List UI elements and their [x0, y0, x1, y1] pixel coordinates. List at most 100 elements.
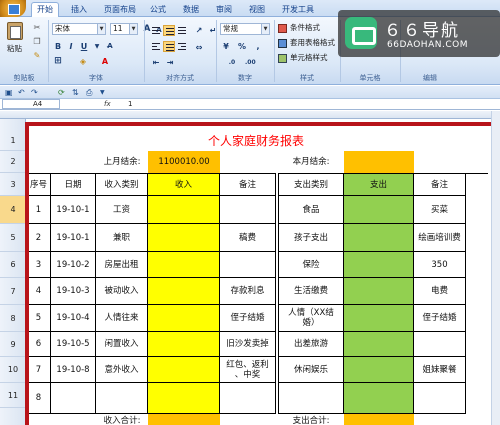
tab-insert[interactable]: 插入: [66, 3, 92, 17]
cell-income[interactable]: [148, 252, 220, 278]
cut-icon[interactable]: ✂: [31, 21, 43, 33]
cell-no[interactable]: 6: [26, 332, 51, 357]
cell-income-note[interactable]: [220, 196, 276, 224]
cell-no[interactable]: 2: [26, 224, 51, 252]
tab-home[interactable]: 开始: [31, 2, 59, 18]
cell-income[interactable]: [148, 357, 220, 383]
print-preview-icon[interactable]: ⎙: [86, 87, 92, 98]
merge-center-icon[interactable]: ⇔: [193, 41, 205, 53]
row-number[interactable]: 9: [0, 332, 26, 357]
income-total-value[interactable]: [148, 414, 220, 425]
cell-expense-note[interactable]: [414, 383, 466, 414]
increase-decimal-icon[interactable]: .0: [226, 56, 238, 68]
cell-no[interactable]: 8: [26, 383, 51, 414]
cell-expense[interactable]: [344, 305, 414, 332]
row-number[interactable]: 7: [0, 278, 26, 305]
cell-expense-category[interactable]: 孩子支出: [278, 224, 344, 252]
cell-no[interactable]: 7: [26, 357, 51, 383]
cell-expense-category[interactable]: 生活缴费: [278, 278, 344, 305]
currency-icon[interactable]: ¥: [220, 40, 232, 52]
percent-icon[interactable]: %: [236, 40, 248, 52]
font-name-combo[interactable]: 宋体 ▼: [52, 23, 106, 35]
font-color-icon[interactable]: A: [99, 55, 111, 67]
undo-icon[interactable]: ↶: [18, 87, 25, 98]
cell-expense-category[interactable]: [278, 383, 344, 414]
cell-date[interactable]: 19-10-4: [51, 305, 96, 332]
number-format-combo[interactable]: 常规 ▼: [220, 23, 270, 35]
cell-expense-note[interactable]: 350: [414, 252, 466, 278]
align-right-icon[interactable]: [176, 41, 188, 52]
paste-button[interactable]: 粘贴: [4, 20, 26, 60]
cell-income-category[interactable]: 意外收入: [96, 357, 148, 383]
cell-income[interactable]: [148, 224, 220, 252]
orientation-icon[interactable]: ↗: [193, 24, 205, 36]
font-size-combo[interactable]: 11 ▼: [110, 23, 138, 35]
cell-income[interactable]: [148, 278, 220, 305]
dropdown-arrow-icon[interactable]: ▼: [91, 40, 103, 52]
tab-review[interactable]: 审阅: [211, 3, 237, 17]
cell-income-note[interactable]: [220, 383, 276, 414]
copy-icon[interactable]: ❐: [31, 35, 43, 47]
align-middle-icon[interactable]: [163, 25, 175, 36]
cell-income-note[interactable]: [220, 252, 276, 278]
expense-total-value[interactable]: [344, 414, 414, 425]
row-number[interactable]: 4: [0, 196, 26, 224]
cell-date[interactable]: 19-10-8: [51, 357, 96, 383]
decrease-decimal-icon[interactable]: .00: [244, 56, 256, 68]
cell-expense[interactable]: [344, 383, 414, 414]
cell-income[interactable]: [148, 383, 220, 414]
formula-input[interactable]: 1: [128, 99, 132, 109]
cell-expense[interactable]: [344, 224, 414, 252]
border-icon[interactable]: ⊞: [52, 55, 64, 67]
underline-icon[interactable]: U: [78, 40, 90, 52]
cell-income-note[interactable]: 存款利息: [220, 278, 276, 305]
fx-icon[interactable]: fx: [104, 99, 111, 109]
align-top-icon[interactable]: [150, 25, 162, 36]
cell-income-category[interactable]: 工资: [96, 196, 148, 224]
office-button[interactable]: [0, 0, 26, 17]
cell-income-category[interactable]: 兼职: [96, 224, 148, 252]
customize-qat-icon[interactable]: ▼: [100, 87, 105, 98]
redo-icon[interactable]: ↷: [31, 87, 38, 98]
comma-icon[interactable]: ,: [252, 40, 264, 52]
row-number[interactable]: 11: [0, 383, 26, 408]
wrap-text-icon[interactable]: ↵: [207, 24, 219, 36]
cell-expense-category[interactable]: 食品: [278, 196, 344, 224]
align-left-icon[interactable]: [150, 41, 162, 52]
row-number[interactable]: 2: [0, 151, 26, 173]
cell-expense-note[interactable]: [414, 332, 466, 357]
save-icon[interactable]: ▣: [5, 87, 13, 98]
cell-expense-note[interactable]: 侄子结婚: [414, 305, 466, 332]
refresh-icon[interactable]: ⟳: [58, 87, 65, 98]
cell-expense-category[interactable]: 休闲娱乐: [278, 357, 344, 383]
align-center-icon[interactable]: [163, 41, 175, 52]
cell-no[interactable]: 1: [26, 196, 51, 224]
tab-data[interactable]: 数据: [178, 3, 204, 17]
cell-expense[interactable]: [344, 278, 414, 305]
tab-page-layout[interactable]: 页面布局: [99, 3, 141, 17]
cell-income[interactable]: [148, 332, 220, 357]
cell-date[interactable]: 19-10-1: [51, 196, 96, 224]
cell-no[interactable]: 5: [26, 305, 51, 332]
row-number[interactable]: 5: [0, 224, 26, 252]
align-bottom-icon[interactable]: [176, 25, 188, 36]
cell-income-category[interactable]: 被动收入: [96, 278, 148, 305]
cell-date[interactable]: 19-10-3: [51, 278, 96, 305]
cell-expense[interactable]: [344, 252, 414, 278]
tab-developer[interactable]: 开发工具: [277, 3, 319, 17]
tab-formulas[interactable]: 公式: [145, 3, 171, 17]
cell-no[interactable]: 3: [26, 252, 51, 278]
cell-expense-category[interactable]: 出差旅游: [278, 332, 344, 357]
cell-income-note[interactable]: 旧沙发卖掉: [220, 332, 276, 357]
cell-expense[interactable]: [344, 357, 414, 383]
cell-income-note[interactable]: 红包、返利 、中奖: [220, 357, 276, 383]
cell-expense-note[interactable]: 姐妹聚餐: [414, 357, 466, 383]
cell-income-category[interactable]: [96, 383, 148, 414]
cell-expense-note[interactable]: 买菜: [414, 196, 466, 224]
cell-date[interactable]: 19-10-1: [51, 224, 96, 252]
cell-income-category[interactable]: 房屋出租: [96, 252, 148, 278]
row-number[interactable]: 3: [0, 173, 26, 196]
decrease-indent-icon[interactable]: ⇤: [150, 56, 162, 68]
vertical-scrollbar[interactable]: [491, 111, 500, 425]
cell-income[interactable]: [148, 305, 220, 332]
